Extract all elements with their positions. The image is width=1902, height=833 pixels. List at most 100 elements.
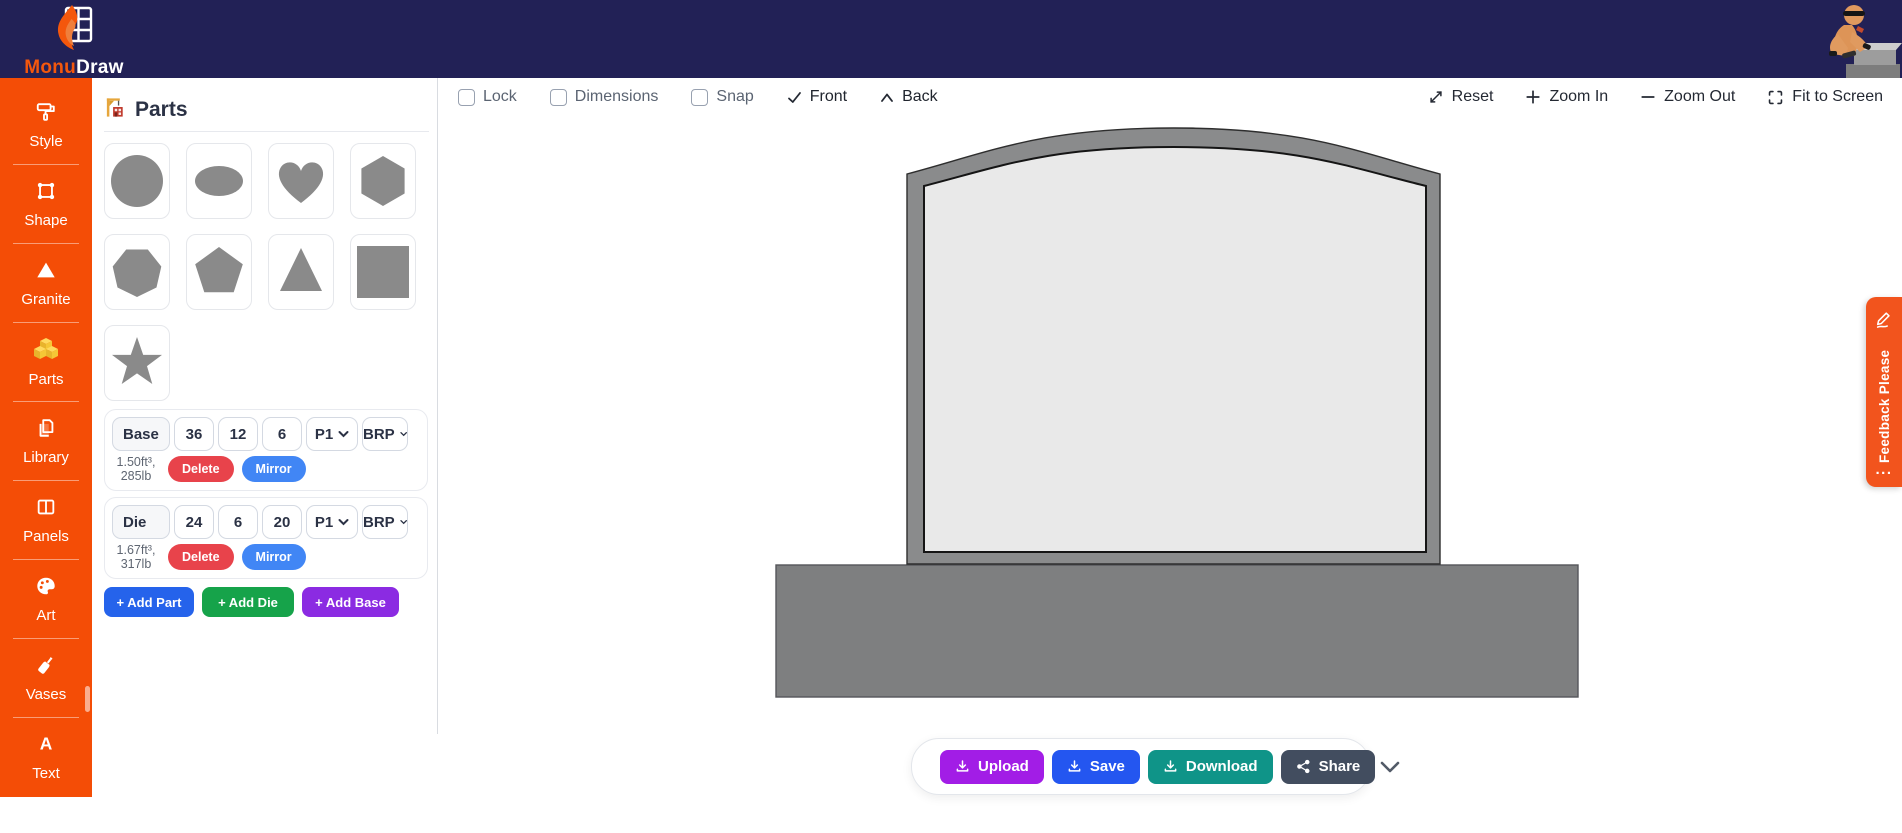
part-name-input[interactable] — [112, 417, 170, 451]
check-icon — [787, 91, 802, 104]
feedback-tab-label: Feedback Please — [1877, 339, 1892, 463]
delete-part-button[interactable]: Delete — [168, 544, 234, 570]
part-name-input[interactable] — [112, 505, 170, 539]
panel-canvas-divider — [437, 78, 438, 734]
dimensions-checkbox-input[interactable] — [550, 89, 567, 106]
zoom-in-button[interactable]: Zoom In — [1525, 88, 1608, 106]
finish-select[interactable]: BRP — [362, 505, 408, 539]
back-view-button[interactable]: Back — [880, 88, 938, 106]
share-button[interactable]: Share — [1281, 750, 1376, 784]
shape-tile-pentagon[interactable] — [186, 234, 252, 310]
snap-checkbox-input[interactable] — [691, 89, 708, 106]
download-button[interactable]: Download — [1148, 750, 1273, 784]
add-base-button[interactable]: + Add Base — [302, 587, 399, 617]
sidebar-item-panels[interactable]: Panels — [0, 481, 92, 559]
part-row-inputs: P1 BRP — [112, 505, 420, 539]
part-dim1-input[interactable] — [174, 505, 214, 539]
minus-icon — [1640, 89, 1656, 105]
sidebar-item-label: Parts — [28, 371, 63, 388]
reset-button[interactable]: Reset — [1428, 88, 1494, 106]
chevron-down-icon — [338, 430, 349, 438]
paint-roller-icon — [35, 101, 57, 128]
shape-tile-circle[interactable] — [104, 143, 170, 219]
sidebar-item-label: Panels — [23, 528, 69, 545]
chevron-down-icon — [1379, 760, 1401, 774]
shape-tile-ellipse[interactable] — [186, 143, 252, 219]
mirror-part-button[interactable]: Mirror — [242, 456, 306, 482]
sidebar-item-vases[interactable]: Vases — [0, 639, 92, 717]
cubes-icon — [34, 337, 58, 366]
shape-tile-heptagon[interactable] — [104, 234, 170, 310]
shape-tile-square[interactable] — [350, 234, 416, 310]
lock-checkbox-input[interactable] — [458, 89, 475, 106]
add-die-button[interactable]: + Add Die — [202, 587, 294, 617]
sidebar-item-library[interactable]: Library — [0, 402, 92, 480]
sidebar-item-parts[interactable]: Parts — [0, 323, 92, 401]
sidebar-scrollbar-thumb[interactable] — [85, 686, 90, 712]
part-dim1-input[interactable] — [174, 417, 214, 451]
toolbar-right-group: Reset Zoom In Zoom Out Fit to Screen — [1428, 88, 1883, 106]
brand-logo[interactable]: MonuDraw — [14, 5, 134, 79]
panel-divider — [104, 131, 429, 132]
sidebar-item-text[interactable]: A Text — [0, 718, 92, 796]
chevron-down-icon — [338, 518, 349, 526]
sidebar-item-label: Vases — [26, 686, 67, 703]
fit-screen-icon — [1767, 89, 1784, 106]
sidebar-item-style[interactable]: Style — [0, 86, 92, 164]
lock-checkbox[interactable]: Lock — [458, 88, 517, 106]
sidebar-item-shape[interactable]: Shape — [0, 165, 92, 243]
sidebar-item-label: Granite — [21, 291, 70, 308]
triangle-icon — [35, 259, 57, 286]
download-icon — [1163, 759, 1178, 774]
snap-checkbox[interactable]: Snap — [691, 88, 753, 106]
copy-pages-icon — [35, 417, 57, 444]
action-bar: Upload Save Download Share — [911, 738, 1371, 795]
part-dim2-input[interactable] — [218, 417, 258, 451]
part-row-die: P1 BRP 1.67ft³, 317lb Delete Mirror — [104, 497, 428, 579]
shape-tile-triangle[interactable] — [268, 234, 334, 310]
sidebar-item-granite[interactable]: Granite — [0, 244, 92, 322]
feedback-tab-dots: ... — [1875, 465, 1892, 475]
pencil-icon — [1875, 310, 1893, 333]
part-volume-weight: 1.67ft³, 317lb — [112, 543, 160, 571]
save-icon — [1067, 759, 1082, 774]
sidebar-item-art[interactable]: Art — [0, 560, 92, 638]
crane-icon — [104, 96, 127, 124]
polish-select[interactable]: P1 — [306, 417, 358, 451]
part-row-inputs: P1 BRP — [112, 417, 420, 451]
shape-tile-hexagon[interactable] — [350, 143, 416, 219]
shape-tile-grid — [104, 143, 429, 401]
part-dim2-input[interactable] — [218, 505, 258, 539]
fit-to-screen-button[interactable]: Fit to Screen — [1767, 88, 1883, 106]
sidebar-item-label: Text — [32, 765, 60, 782]
palette-icon — [35, 575, 57, 602]
chevron-down-icon — [400, 430, 407, 438]
shape-tile-star[interactable] — [104, 325, 170, 401]
delete-part-button[interactable]: Delete — [168, 456, 234, 482]
save-button[interactable]: Save — [1052, 750, 1140, 784]
columns-icon — [35, 496, 57, 523]
add-part-button[interactable]: + Add Part — [104, 587, 194, 617]
mirror-part-button[interactable]: Mirror — [242, 544, 306, 570]
chevron-down-icon — [400, 518, 407, 526]
monument-base[interactable] — [776, 565, 1578, 697]
bottle-icon — [35, 654, 57, 681]
share-icon — [1296, 759, 1311, 774]
monument-canvas[interactable] — [640, 110, 1580, 710]
parts-panel-header: Parts — [104, 96, 429, 124]
sidebar-nav: Style Shape Granite — [0, 78, 92, 797]
shape-tile-heart[interactable] — [268, 143, 334, 219]
parts-panel-title: Parts — [135, 98, 188, 122]
monument-die-panel[interactable] — [924, 147, 1426, 552]
front-view-button[interactable]: Front — [787, 88, 847, 106]
zoom-out-button[interactable]: Zoom Out — [1640, 88, 1735, 106]
sidebar-item-label: Shape — [24, 212, 67, 229]
polish-select[interactable]: P1 — [306, 505, 358, 539]
expand-actions-button[interactable] — [1379, 750, 1401, 784]
upload-button[interactable]: Upload — [940, 750, 1044, 784]
finish-select[interactable]: BRP — [362, 417, 408, 451]
feedback-tab[interactable]: Feedback Please ... — [1866, 297, 1902, 487]
dimensions-checkbox[interactable]: Dimensions — [550, 88, 659, 106]
part-dim3-input[interactable] — [262, 505, 302, 539]
part-dim3-input[interactable] — [262, 417, 302, 451]
